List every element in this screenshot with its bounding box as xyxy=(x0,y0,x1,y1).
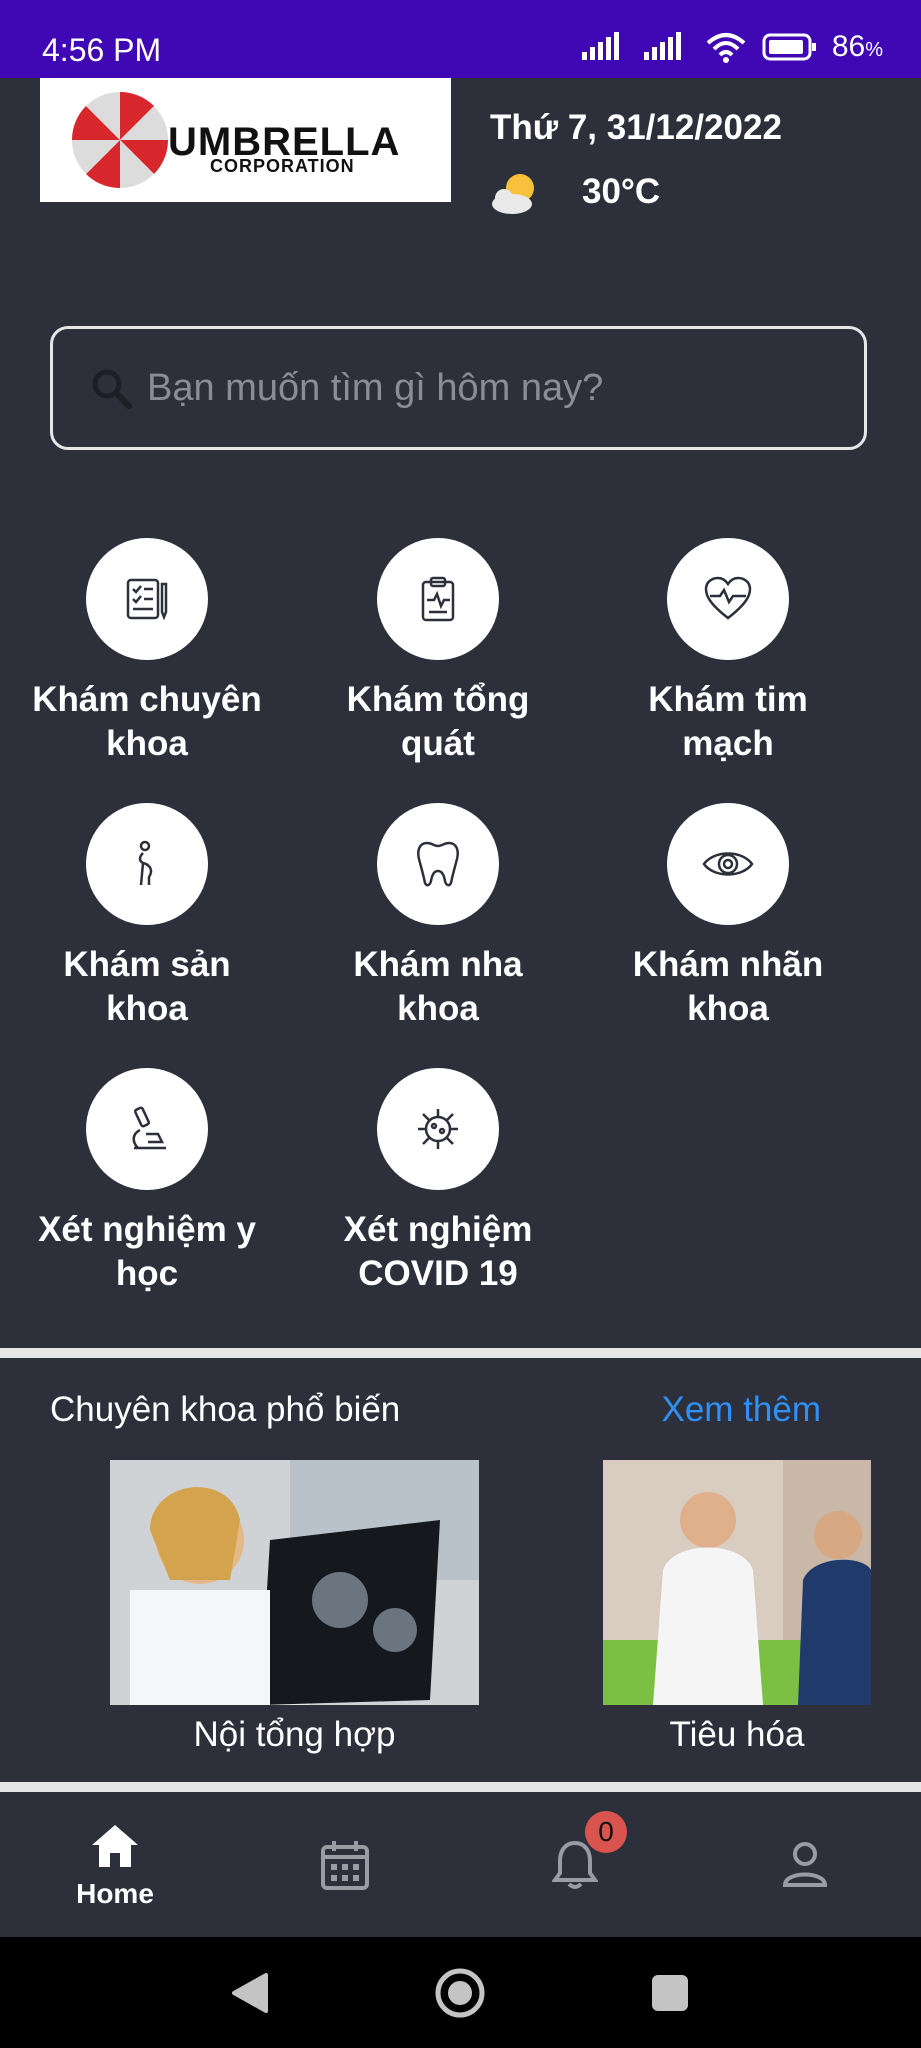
service-icon-circle xyxy=(86,803,208,925)
nav-notifications[interactable]: 0 xyxy=(505,1811,645,1896)
search-placeholder: Bạn muốn tìm gì hôm nay? xyxy=(147,366,604,409)
nav-home[interactable]: Home xyxy=(45,1823,185,1910)
pregnant-icon xyxy=(138,840,153,886)
section-title: Chuyên khoa phổ biến xyxy=(50,1390,401,1429)
service-label: Xét nghiệm COVID 19 xyxy=(343,1210,533,1293)
service-label: Khám nhãn khoa xyxy=(632,945,824,1028)
specialty-image xyxy=(110,1460,479,1705)
specialty-card-gastro[interactable]: Tiêu hóa xyxy=(603,1460,871,1755)
microscope-icon xyxy=(132,1106,166,1150)
nav-home-label: Home xyxy=(76,1878,154,1909)
temperature: 30°C xyxy=(582,172,661,211)
service-specialist[interactable]: Khám chuyên khoa xyxy=(2,538,292,766)
specialty-card-internal[interactable]: Nội tổng hợp xyxy=(110,1460,479,1755)
service-obstetrics[interactable]: Khám sản khoa xyxy=(2,803,292,1031)
service-ophthalmology[interactable]: Khám nhãn khoa xyxy=(583,803,873,1031)
service-lab-test[interactable]: Xét nghiệm y học xyxy=(2,1068,292,1296)
user-icon xyxy=(782,1842,828,1887)
service-label: Khám chuyên khoa xyxy=(32,680,262,763)
service-icon-circle xyxy=(86,538,208,660)
clipboard-pulse-icon xyxy=(421,576,455,622)
see-more-link[interactable]: Xem thêm xyxy=(662,1390,822,1430)
service-dental[interactable]: Khám nha khoa xyxy=(293,803,583,1031)
company-logo: UMBRELLA CORPORATION xyxy=(40,78,451,202)
home-icon xyxy=(92,1825,138,1867)
service-label: Khám tim mạch xyxy=(648,680,808,763)
service-label: Khám tổng quát xyxy=(346,680,530,763)
service-icon-circle xyxy=(667,803,789,925)
status-icons: 86% xyxy=(580,30,883,64)
wifi-icon xyxy=(706,33,746,63)
umbrella-logo-icon xyxy=(71,91,169,189)
service-icon-circle xyxy=(667,538,789,660)
checklist-icon xyxy=(126,578,168,621)
search-icon xyxy=(92,369,132,409)
section-divider xyxy=(0,1782,921,1792)
weather: 30°C xyxy=(490,170,660,214)
service-icon-circle xyxy=(377,538,499,660)
bottom-nav: Home 0 xyxy=(0,1795,921,1937)
signal-icon xyxy=(581,32,619,60)
service-icon-circle xyxy=(86,1068,208,1190)
logo-subtitle: CORPORATION xyxy=(210,156,355,176)
specialty-label: Tiêu hóa xyxy=(669,1715,805,1754)
service-icon-circle xyxy=(377,803,499,925)
recents-icon[interactable] xyxy=(650,1973,690,2013)
service-icon-circle xyxy=(377,1068,499,1190)
current-date: Thứ 7, 31/12/2022 xyxy=(490,108,782,147)
signal-icon-2 xyxy=(643,32,681,60)
battery-icon xyxy=(762,33,816,61)
service-label: Xét nghiệm y học xyxy=(38,1210,256,1293)
home-circle-icon[interactable] xyxy=(434,1967,486,2019)
back-icon[interactable] xyxy=(230,1971,270,2015)
notification-badge: 0 xyxy=(585,1811,627,1853)
tooth-icon xyxy=(417,841,459,887)
calendar-icon xyxy=(321,1841,369,1890)
header: UMBRELLA CORPORATION Thứ 7, 31/12/2022 3… xyxy=(0,78,921,258)
virus-icon xyxy=(418,1109,458,1149)
heart-pulse-icon xyxy=(704,576,752,620)
battery-level: 86% xyxy=(831,30,883,63)
specialty-image xyxy=(603,1460,871,1705)
popular-specialties: Chuyên khoa phổ biến Xem thêm Nội tổng h… xyxy=(0,1362,921,1782)
search-input[interactable]: Bạn muốn tìm gì hôm nay? xyxy=(50,326,867,450)
service-cardiology[interactable]: Khám tim mạch xyxy=(583,538,873,766)
service-label: Khám nha khoa xyxy=(353,945,523,1028)
specialty-label: Nội tổng hợp xyxy=(193,1715,396,1754)
eye-icon xyxy=(702,852,754,876)
status-bar: 4:56 PM 86% xyxy=(0,0,921,78)
service-general[interactable]: Khám tổng quát xyxy=(293,538,583,766)
nav-calendar[interactable] xyxy=(275,1823,415,1896)
service-covid-test[interactable]: Xét nghiệm COVID 19 xyxy=(293,1068,583,1296)
system-nav-bar xyxy=(0,1937,921,2048)
status-time: 4:56 PM xyxy=(42,32,162,68)
nav-profile[interactable] xyxy=(735,1823,875,1892)
service-label: Khám sản khoa xyxy=(63,945,231,1028)
partly-sunny-icon xyxy=(492,174,534,214)
section-divider xyxy=(0,1348,921,1358)
